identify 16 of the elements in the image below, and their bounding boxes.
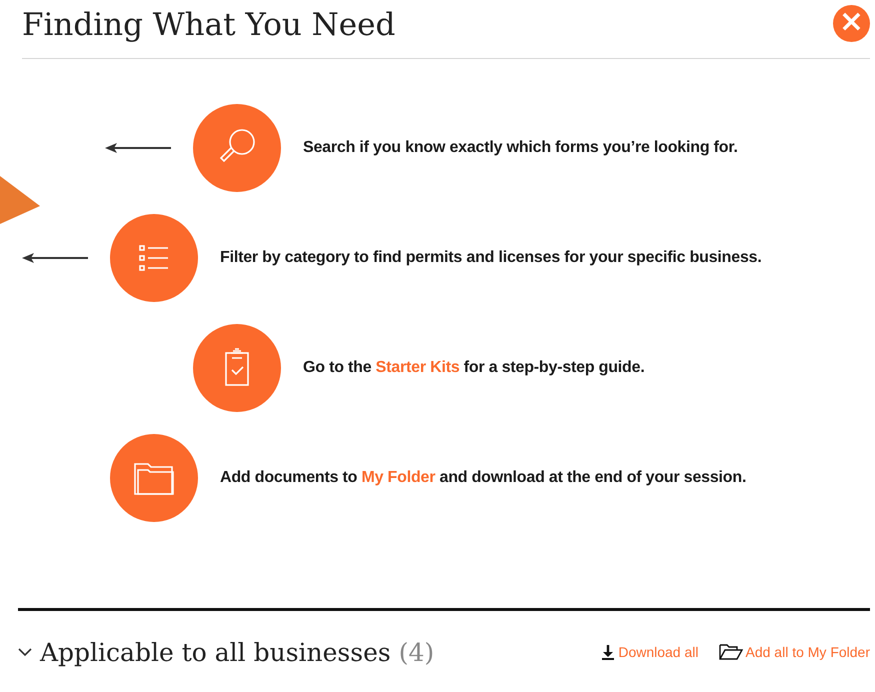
item-count: (4) [398, 638, 434, 666]
caret-icon[interactable] [18, 648, 32, 656]
tip-text: Search if you know exactly which forms you’re looking for. [303, 139, 738, 157]
tip-link[interactable]: Starter Kits [376, 359, 460, 376]
dialog-title: Finding What You Need [22, 7, 396, 43]
tip-text: Add documents to My Folder and download at the end of your session. [220, 469, 746, 487]
close-button[interactable]: × [833, 4, 870, 42]
tip-text: Go to the Starter Kits for a step-by-step guide. [303, 359, 645, 377]
download-all-link[interactable]: Download all [601, 644, 698, 660]
section-title[interactable]: Applicable to all businesses [40, 638, 391, 666]
tip-link[interactable]: My Folder [361, 469, 436, 486]
tip-text: Filter by category to find permits and licenses for your specific business. [220, 249, 762, 267]
add-to-folder-link[interactable]: Add all to My Folder [718, 644, 870, 660]
download-icon [601, 644, 616, 660]
pointer-triangle [0, 176, 40, 224]
folder-icon [718, 644, 742, 660]
